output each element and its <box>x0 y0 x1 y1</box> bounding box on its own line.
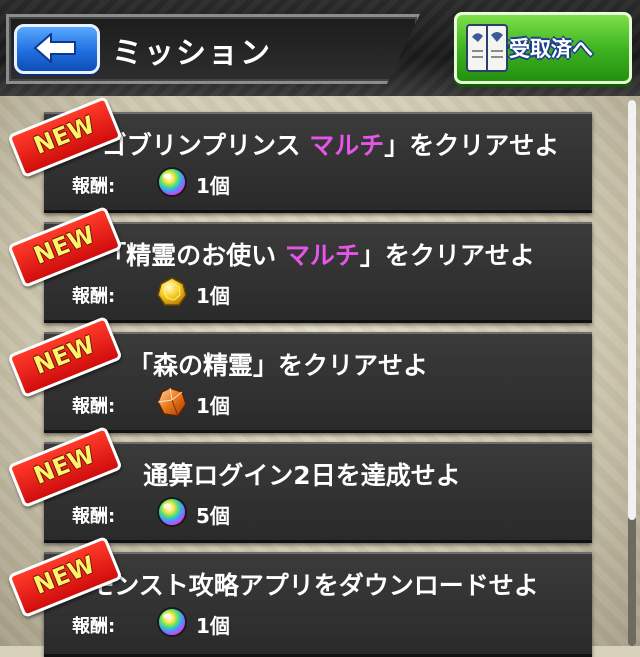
mission-item[interactable]: 「森の精霊」をクリアせよ 報酬: 1個 <box>44 332 592 433</box>
back-arrow-icon <box>33 33 76 63</box>
mission-title: 「ゴブリンプリンス マルチ」をクリアせよ <box>76 131 560 160</box>
orange-crystal-icon <box>157 387 187 417</box>
received-button[interactable]: 受取済へ <box>454 12 632 84</box>
reward-count: 1個 <box>196 614 230 638</box>
reward-label: 報酬: <box>72 396 116 417</box>
back-button[interactable] <box>14 24 100 74</box>
gold-egg-icon <box>157 277 187 306</box>
reward-count: 1個 <box>196 394 230 418</box>
reward-count: 1個 <box>196 284 230 308</box>
mission-item[interactable]: 「精霊のお使い マルチ」をクリアせよ 報酬: 1個 <box>44 222 592 323</box>
rainbow-orb-icon <box>157 607 187 637</box>
reward-count: 1個 <box>196 174 230 198</box>
reward-label: 報酬: <box>72 176 116 197</box>
mission-item[interactable]: 「ゴブリンプリンス マルチ」をクリアせよ 報酬: 1個 <box>44 112 592 213</box>
mission-item[interactable]: モンスト攻略アプリをダウンロードせよ 報酬: 1個 <box>44 552 592 657</box>
received-button-label: 受取済へ <box>509 37 593 61</box>
book-icon <box>466 24 508 72</box>
reward-label: 報酬: <box>72 286 116 307</box>
reward-label: 報酬: <box>72 616 116 637</box>
rainbow-orb-icon <box>157 497 187 527</box>
page-title: ミッション <box>112 36 272 71</box>
mission-title: 「精霊のお使い マルチ」をクリアせよ <box>101 241 535 270</box>
reward-label: 報酬: <box>72 506 116 527</box>
mission-title-highlight: マルチ <box>284 241 360 270</box>
mission-item[interactable]: 通算ログイン2日を達成せよ 報酬: 5個 <box>44 442 592 543</box>
reward-count: 5個 <box>196 504 230 528</box>
mission-title: モンスト攻略アプリをダウンロードせよ <box>89 571 539 600</box>
rainbow-orb-icon <box>157 167 187 197</box>
mission-title-highlight: マルチ <box>309 131 385 160</box>
top-bar: ミッション 受取済へ <box>0 0 640 96</box>
scrollbar-thumb[interactable] <box>628 100 636 520</box>
